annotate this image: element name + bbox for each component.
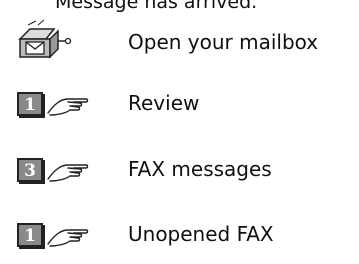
- menu-item-fax-messages[interactable]: 3 FAX messages: [0, 145, 359, 195]
- pointing-hand-icon: [47, 98, 89, 116]
- key-1-hand-icon: 1: [14, 79, 104, 129]
- key-3-hand-icon: 3: [14, 145, 104, 195]
- menu-item-label: Unopened FAX: [128, 222, 274, 246]
- key-digit: 1: [24, 226, 36, 246]
- menu-item-label: Review: [128, 91, 200, 115]
- menu-item-review[interactable]: 1 Review: [0, 79, 359, 129]
- mailbox-icon: [14, 17, 104, 67]
- key-digit: 3: [24, 161, 36, 181]
- menu-item-unopened-fax[interactable]: 1 Unopened FAX: [0, 210, 359, 260]
- key-button-icon: 3: [17, 158, 43, 182]
- pointing-hand-icon: [47, 164, 89, 182]
- key-1-hand-icon: 1: [14, 210, 104, 260]
- header-text: Message has arrived.: [55, 0, 258, 13]
- key-button-icon: 1: [17, 92, 43, 116]
- menu-item-label: Open your mailbox: [128, 30, 319, 54]
- key-digit: 1: [24, 95, 36, 115]
- key-button-icon: 1: [17, 223, 43, 247]
- menu-item-label: FAX messages: [128, 157, 272, 181]
- menu-item-open-mailbox[interactable]: Open your mailbox: [0, 17, 359, 67]
- pointing-hand-icon: [47, 229, 89, 247]
